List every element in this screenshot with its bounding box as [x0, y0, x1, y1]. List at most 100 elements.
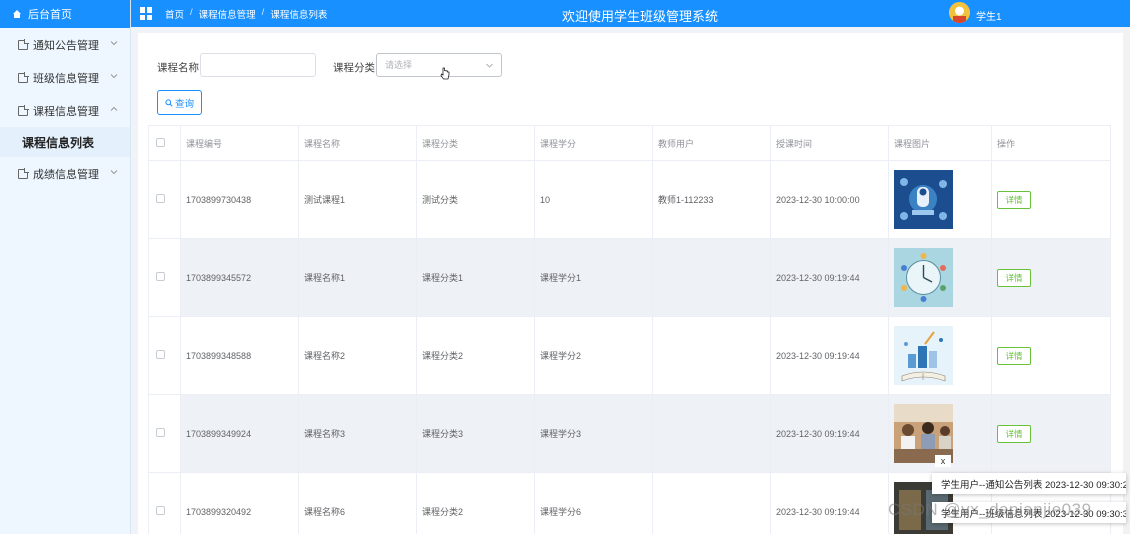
cell-course-name: 课程名称1	[298, 238, 417, 317]
sidebar-item-label: 班级信息管理	[33, 72, 99, 85]
breadcrumb-course-mgmt[interactable]: 课程信息管理	[199, 7, 256, 21]
cell-course-id: 1703899320492	[180, 472, 299, 534]
cell-time: 2023-12-30 09:19:44	[770, 394, 889, 473]
detail-button[interactable]: 详情	[997, 268, 1031, 287]
sidebar-item-notice[interactable]: 通知公告管理	[0, 28, 130, 61]
cell-course-name: 课程名称3	[298, 394, 417, 473]
course-image[interactable]	[894, 170, 953, 229]
sidebar-home[interactable]: 后台首页	[0, 0, 130, 28]
select-all-checkbox[interactable]	[156, 137, 165, 147]
cell-credit: 10	[534, 160, 653, 239]
cell-teacher	[652, 472, 771, 534]
cell-category: 测试分类	[416, 160, 535, 239]
cell-course-id: 1703899349924	[180, 394, 299, 473]
cell-credit: 课程学分6	[534, 472, 653, 534]
table-header-row: 课程编号 课程名称 课程分类 课程学分 教师用户 授课时间 课程图片 操作	[148, 125, 1111, 161]
cell-course-name: 课程名称6	[298, 472, 417, 534]
search-icon	[165, 98, 173, 107]
table-row: 1703899730438 测试课程1 测试分类 10 教师1-112233 2…	[148, 160, 1111, 239]
notification-toast[interactable]: 学生用户--通知公告列表 2023-12-30 09:30:26	[932, 473, 1126, 494]
cell-course-id: 1703899345572	[180, 238, 299, 317]
cell-teacher	[652, 394, 771, 473]
cell-time: 2023-12-30 09:19:44	[770, 472, 889, 534]
menu-grid-icon[interactable]	[140, 7, 153, 20]
query-button-label: 查询	[174, 98, 194, 110]
cell-teacher	[652, 238, 771, 317]
query-button[interactable]: 查询	[157, 90, 202, 115]
row-checkbox[interactable]	[156, 350, 165, 359]
breadcrumb-separator: /	[261, 6, 265, 18]
table-row: 1703899345572 课程名称1 课程分类1 课程学分1 2023-12-…	[148, 238, 1111, 317]
row-checkbox[interactable]	[156, 194, 165, 203]
breadcrumb: 首页 / 课程信息管理 / 课程信息列表	[165, 7, 327, 21]
breadcrumb-home[interactable]: 首页	[165, 7, 184, 21]
sidebar-item-course[interactable]: 课程信息管理	[0, 94, 130, 127]
top-header: 首页 / 课程信息管理 / 课程信息列表 欢迎使用学生班级管理系统 学生1	[131, 0, 1130, 27]
watermark: CSDN @vx_dapianjie039	[888, 500, 1092, 519]
course-category-select[interactable]: 请选择	[376, 53, 502, 77]
table-row: 1703899348588 课程名称2 课程分类2 课程学分2 2023-12-…	[148, 316, 1111, 395]
column-header: 课程名称	[298, 125, 417, 161]
detail-button[interactable]: 详情	[997, 346, 1031, 365]
chevron-down-icon	[110, 41, 118, 46]
course-image[interactable]	[894, 326, 953, 385]
sidebar-item-label: 课程信息管理	[33, 105, 99, 118]
close-button[interactable]: x	[935, 455, 951, 467]
column-header: 授课时间	[770, 125, 889, 161]
cell-image	[888, 238, 992, 317]
column-header: 课程分类	[416, 125, 535, 161]
sidebar-item-grades[interactable]: 成绩信息管理	[0, 157, 130, 190]
main-content: 课程名称 课程分类 请选择 查询 课程编号 课程名称 课程分类 课程学分 教师用…	[138, 33, 1123, 534]
cell-category: 课程分类2	[416, 316, 535, 395]
detail-button[interactable]: 详情	[997, 424, 1031, 443]
sidebar: 后台首页 通知公告管理 班级信息管理 课程信息管理 课程信息列表 成绩信息管理	[0, 0, 131, 534]
course-name-label: 课程名称	[157, 62, 199, 74]
page-title: 欢迎使用学生班级管理系统	[562, 9, 719, 24]
row-checkbox[interactable]	[156, 428, 165, 437]
avatar[interactable]	[949, 2, 970, 23]
user-name[interactable]: 学生1	[976, 8, 1002, 23]
sidebar-home-label: 后台首页	[28, 9, 72, 21]
document-icon	[18, 71, 29, 83]
column-header: 操作	[991, 125, 1111, 161]
sidebar-item-label: 通知公告管理	[33, 39, 99, 52]
sidebar-subitem-course-list[interactable]: 课程信息列表	[0, 127, 130, 157]
home-icon	[13, 10, 21, 18]
row-checkbox[interactable]	[156, 506, 165, 515]
chevron-up-icon	[110, 106, 118, 111]
row-checkbox[interactable]	[156, 272, 165, 281]
table-row: 1703899349924 课程名称3 课程分类3 课程学分3 2023-12-…	[148, 394, 1111, 473]
sidebar-item-class[interactable]: 班级信息管理	[0, 61, 130, 94]
cell-course-id: 1703899730438	[180, 160, 299, 239]
sidebar-subitem-label: 课程信息列表	[22, 135, 95, 150]
sidebar-item-label: 成绩信息管理	[33, 168, 99, 181]
search-form: 课程名称 课程分类 请选择 查询	[138, 33, 1123, 125]
cell-credit: 课程学分3	[534, 394, 653, 473]
detail-button[interactable]: 详情	[997, 190, 1031, 209]
cell-category: 课程分类2	[416, 472, 535, 534]
column-header: 课程编号	[180, 125, 299, 161]
breadcrumb-separator: /	[190, 6, 193, 18]
document-icon	[18, 167, 29, 179]
column-header: 课程学分	[534, 125, 653, 161]
course-image[interactable]	[894, 248, 953, 307]
course-name-input[interactable]	[200, 53, 316, 77]
column-header: 教师用户	[652, 125, 771, 161]
notification-text: 学生用户--通知公告列表 2023-12-30 09:30:26	[941, 479, 1126, 491]
document-icon	[18, 104, 29, 116]
cell-image	[888, 316, 992, 395]
document-icon	[18, 38, 29, 50]
cell-teacher	[652, 316, 771, 395]
cell-image	[888, 160, 992, 239]
cell-category: 课程分类3	[416, 394, 535, 473]
scrollbar[interactable]	[1123, 27, 1130, 534]
cell-course-name: 课程名称2	[298, 316, 417, 395]
cell-category: 课程分类1	[416, 238, 535, 317]
breadcrumb-course-list: 课程信息列表	[270, 9, 328, 21]
header-select-all[interactable]	[148, 125, 181, 161]
select-placeholder: 请选择	[385, 60, 413, 70]
chevron-down-icon	[110, 170, 118, 175]
chevron-down-icon	[110, 74, 118, 79]
cell-time: 2023-12-30 10:00:00	[770, 160, 889, 239]
cell-credit: 课程学分1	[534, 238, 653, 317]
